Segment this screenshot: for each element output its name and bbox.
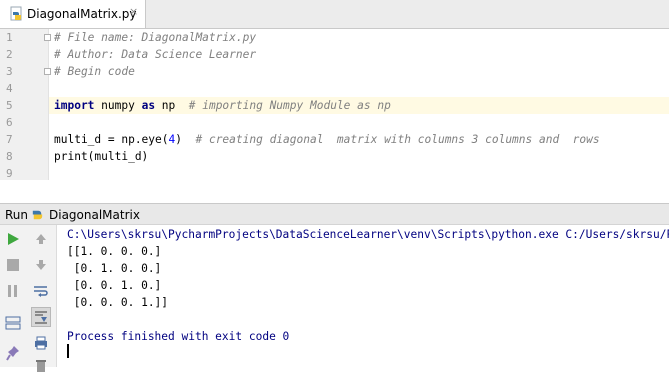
code-token-plain: ) — [175, 133, 196, 146]
editor-tab-bar: DiagonalMatrix.py × — [0, 0, 669, 29]
tab-label: DiagonalMatrix.py — [27, 7, 137, 21]
run-toolbar-primary — [0, 225, 29, 367]
line-number: 2 — [6, 48, 13, 61]
scroll-up-button[interactable] — [31, 229, 51, 249]
trash-icon — [36, 360, 46, 372]
play-icon — [8, 233, 19, 245]
run-toolbar-secondary — [28, 225, 57, 372]
pin-button[interactable] — [3, 343, 23, 363]
layout-button[interactable] — [3, 313, 23, 333]
console-output-line: [0. 0. 1. 0.] — [67, 279, 162, 292]
arrow-up-icon — [36, 234, 46, 244]
code-line[interactable] — [49, 165, 669, 180]
console-exit-message: Process finished with exit code 0 — [67, 330, 290, 343]
clear-all-button[interactable] — [31, 355, 51, 375]
console-output-line: [[1. 0. 0. 0.] — [67, 245, 162, 258]
code-token-keyword: as — [141, 99, 156, 112]
code-line[interactable]: # Begin code — [49, 63, 669, 80]
line-number: 9 — [6, 167, 13, 180]
print-icon — [35, 336, 47, 350]
code-token-comment: # creating diagonal matrix with columns … — [195, 133, 600, 146]
code-token-keyword: import — [54, 99, 95, 112]
scroll-to-end-icon — [35, 311, 47, 324]
console-output-line: [0. 0. 0. 1.]] — [67, 296, 169, 309]
pause-icon — [8, 285, 17, 297]
run-console[interactable]: C:\Users\skrsu\PycharmProjects\DataScien… — [57, 225, 669, 367]
fold-marker-icon[interactable] — [44, 34, 51, 41]
code-line[interactable]: print(multi_d) — [49, 148, 669, 165]
code-editor[interactable]: 1 # File name: DiagonalMatrix.py 2 # Author… — [0, 29, 669, 180]
code-token-plain: numpy — [94, 99, 142, 112]
code-token-comment: # Begin code — [54, 65, 135, 78]
rerun-button[interactable] — [3, 229, 23, 249]
code-line-current[interactable]: import numpy as np # importing Numpy Mod… — [49, 97, 669, 114]
line-number: 8 — [6, 150, 13, 163]
code-line[interactable]: # Author: Data Science Learner — [49, 46, 669, 63]
python-file-icon — [9, 6, 25, 22]
scroll-down-button[interactable] — [31, 255, 51, 275]
soft-wrap-icon — [34, 286, 48, 297]
stop-icon — [7, 259, 19, 271]
code-token-comment: # Author: Data Science Learner — [54, 48, 257, 61]
soft-wrap-button[interactable] — [31, 281, 51, 301]
code-token-plain: print(multi_d) — [54, 150, 149, 163]
print-button[interactable] — [31, 333, 51, 353]
console-output-line: [0. 1. 0. 0.] — [67, 262, 162, 275]
close-icon[interactable]: × — [129, 5, 138, 18]
code-token-plain: np — [155, 99, 189, 112]
pause-button[interactable] — [3, 281, 23, 301]
line-number: 1 — [6, 31, 13, 44]
editor-empty-area — [0, 180, 669, 202]
pin-icon — [6, 346, 19, 361]
line-number: 4 — [6, 82, 13, 95]
line-number: 5 — [6, 99, 13, 112]
scroll-to-end-button[interactable] — [31, 307, 51, 327]
text-cursor — [67, 344, 69, 358]
line-number: 7 — [6, 133, 13, 146]
python-config-icon — [30, 207, 45, 222]
layout-icon — [5, 316, 21, 330]
code-line[interactable]: # File name: DiagonalMatrix.py — [49, 29, 669, 46]
fold-marker-icon[interactable] — [44, 68, 51, 75]
tab-diagonalmatrix-py[interactable]: DiagonalMatrix.py × — [0, 0, 146, 28]
stop-button[interactable] — [3, 255, 23, 275]
line-number: 6 — [6, 116, 13, 129]
run-tool-window-header: Run DiagonalMatrix — [0, 203, 669, 225]
code-line[interactable] — [49, 80, 669, 97]
code-token-comment: # File name: DiagonalMatrix.py — [54, 31, 257, 44]
code-line[interactable]: multi_d = np.eye(4) # creating diagonal … — [49, 131, 669, 148]
arrow-down-icon — [36, 260, 46, 270]
code-token-plain: multi_d = np.eye( — [54, 133, 169, 146]
code-token-comment: # importing Numpy Module as np — [188, 99, 391, 112]
console-command-line: C:\Users\skrsu\PycharmProjects\DataScien… — [67, 228, 669, 241]
code-line[interactable] — [49, 114, 669, 131]
run-tab-title[interactable]: Run — [5, 208, 28, 222]
run-config-name[interactable]: DiagonalMatrix — [49, 208, 140, 222]
line-number: 3 — [6, 65, 13, 78]
